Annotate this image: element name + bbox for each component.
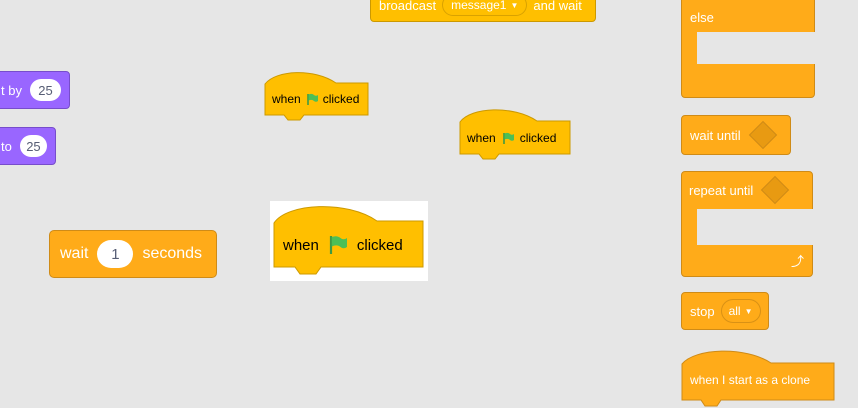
broadcast-label: broadcast [379, 0, 437, 13]
stop-option-value: all [728, 304, 741, 318]
when-start-as-clone-block[interactable]: when I start as a clone [681, 348, 837, 407]
stop-block[interactable]: stop all ▼ [681, 292, 769, 330]
clicked-label: clicked [322, 92, 360, 106]
message-value: message1 [451, 0, 507, 12]
change-by-block[interactable]: t by 25 [0, 71, 70, 109]
loop-arrow-icon: ⤴ [791, 254, 805, 269]
when-flag-clicked-block-selected[interactable]: when clicked [273, 203, 425, 277]
chevron-down-icon: ▼ [510, 0, 519, 10]
condition-slot[interactable] [761, 175, 790, 205]
green-flag-icon [329, 236, 347, 254]
if-else-gap [697, 32, 817, 64]
message-dropdown[interactable]: message1 ▼ [442, 0, 528, 16]
wait-label: wait [60, 245, 89, 262]
green-flag-icon [306, 93, 318, 105]
if-else-block[interactable]: else [681, 0, 817, 100]
repeat-until-gap [697, 209, 815, 245]
set-to-block[interactable]: to 25 [0, 127, 56, 165]
clicked-label: clicked [519, 131, 557, 145]
seconds-label: seconds [142, 245, 203, 262]
stop-label: stop [690, 303, 715, 319]
broadcast-and-wait-block[interactable]: broadcast message1 ▼ and wait [370, 0, 596, 22]
when-flag-clicked-block[interactable]: when clicked [459, 107, 572, 161]
change-by-input[interactable]: 25 [29, 79, 61, 101]
green-flag-icon [502, 132, 514, 144]
wait-until-label: wait until [690, 127, 741, 143]
when-label: when [467, 131, 496, 145]
stop-option-dropdown[interactable]: all ▼ [720, 299, 761, 323]
wait-seconds-block[interactable]: wait 1 seconds [49, 230, 217, 278]
when-label: when [283, 236, 319, 254]
condition-slot[interactable] [748, 120, 777, 150]
clicked-label: clicked [356, 236, 403, 254]
wait-seconds-input[interactable]: 1 [97, 240, 134, 268]
when-flag-clicked-block[interactable]: when clicked [264, 70, 370, 122]
clone-label: when I start as a clone [690, 373, 811, 387]
set-to-label: to [1, 138, 12, 154]
else-label: else [690, 10, 714, 25]
wait-until-block[interactable]: wait until [681, 115, 791, 155]
set-to-input[interactable]: 25 [19, 135, 47, 157]
chevron-down-icon: ▼ [744, 306, 753, 316]
change-by-label: t by [1, 82, 22, 98]
repeat-until-block[interactable]: repeat until ⤴ [681, 171, 815, 279]
repeat-until-label: repeat until [689, 182, 754, 198]
and-wait-label: and wait [533, 0, 582, 13]
when-label: when [272, 92, 301, 106]
